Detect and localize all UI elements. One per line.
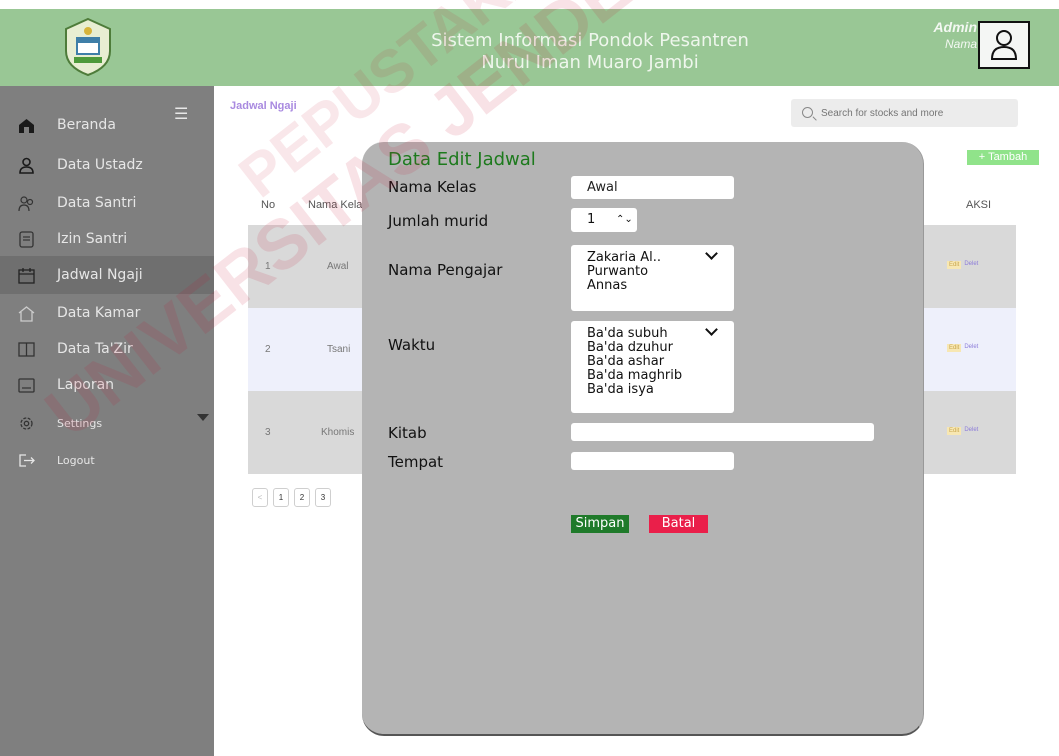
app-header: Sistem Informasi Pondok Pesantren Nurul …: [0, 9, 1059, 86]
user-icon: [19, 157, 34, 174]
sidebar-item-beranda[interactable]: Beranda: [0, 106, 214, 144]
gear-icon: [20, 416, 33, 430]
sidebar-item-label: Jadwal Ngaji: [57, 267, 143, 283]
pengajar-option[interactable]: Annas: [587, 279, 734, 293]
school-logo: [60, 17, 116, 77]
sidebar-item-label: Beranda: [57, 117, 116, 133]
waktu-option[interactable]: Ba'da ashar: [587, 355, 734, 369]
waktu-select[interactable]: Ba'da subuh Ba'da dzuhur Ba'da ashar Ba'…: [571, 321, 734, 413]
sidebar-item-logout[interactable]: Logout: [0, 441, 214, 479]
waktu-option[interactable]: Ba'da maghrib: [587, 369, 734, 383]
user-role: Admin: [933, 19, 977, 35]
delete-button[interactable]: Delet: [964, 344, 978, 352]
sidebar-item-izin-santri[interactable]: Izin Santri: [0, 220, 214, 258]
sidebar-item-label: Logout: [57, 453, 95, 467]
sidebar-item-label: Izin Santri: [57, 231, 128, 247]
sidebar-item-data-kamar[interactable]: Data Kamar: [0, 294, 214, 332]
row-actions: Edit Delet: [947, 344, 978, 352]
page-button[interactable]: 2: [294, 488, 310, 507]
user-icon: [990, 30, 1018, 60]
edit-schedule-modal: Data Edit Jadwal Nama Kelas Awal Jumlah …: [362, 142, 924, 736]
save-button[interactable]: Simpan: [571, 515, 629, 533]
sidebar-item-data-ustadz[interactable]: Data Ustadz: [0, 146, 214, 184]
sidebar-item-data-santri[interactable]: Data Santri: [0, 184, 214, 222]
jumlah-murid-stepper[interactable]: 1 ⌃⌄: [571, 208, 637, 232]
sidebar-item-label: Settings: [57, 416, 103, 430]
waktu-option[interactable]: Ba'da dzuhur: [587, 341, 734, 355]
search-icon: [802, 107, 813, 118]
users-icon: [18, 195, 34, 211]
pagination: < 1 2 3: [252, 488, 331, 507]
edit-button[interactable]: Edit: [947, 344, 962, 352]
settings-caret-icon[interactable]: [197, 414, 209, 421]
column-header-no: No: [261, 199, 276, 211]
avatar[interactable]: [978, 21, 1030, 69]
sidebar-item-laporan[interactable]: Laporan: [0, 366, 214, 404]
app-title-line1: Sistem Informasi Pondok Pesantren: [431, 30, 749, 51]
row-kelas: Khomis: [321, 427, 355, 438]
nama-kelas-field[interactable]: Awal: [571, 176, 734, 199]
app-title: Sistem Informasi Pondok Pesantren Nurul …: [380, 30, 800, 74]
sidebar-item-jadwal-ngaji[interactable]: Jadwal Ngaji: [0, 256, 214, 294]
label-nama-pengajar: Nama Pengajar: [388, 261, 503, 279]
column-header-nama-kelas: Nama Kela: [308, 199, 363, 211]
pengajar-select[interactable]: Zakaria Al.. Purwanto Annas: [571, 245, 734, 311]
row-number: 1: [265, 261, 271, 272]
row-kelas: Awal: [327, 261, 349, 272]
add-button[interactable]: + Tambah: [967, 150, 1039, 165]
sidebar-item-settings[interactable]: Settings: [0, 404, 214, 442]
sidebar-item-label: Laporan: [57, 377, 115, 393]
label-jumlah-murid: Jumlah murid: [388, 212, 489, 230]
search-input[interactable]: [821, 99, 1011, 127]
sidebar-item-label: Data Ustadz: [57, 157, 143, 173]
column-header-aksi: AKSI: [966, 199, 992, 211]
book-icon: [18, 341, 35, 357]
label-waktu: Waktu: [388, 336, 436, 354]
page-button[interactable]: 3: [315, 488, 331, 507]
row-kelas: Tsani: [327, 344, 351, 355]
sidebar-item-label: Data Santri: [57, 195, 137, 211]
row-actions: Edit Delet: [947, 427, 978, 435]
cancel-button[interactable]: Batal: [649, 515, 708, 533]
stepper-arrows-icon[interactable]: ⌃⌄: [616, 208, 633, 232]
home-icon: [19, 118, 34, 133]
edit-button[interactable]: Edit: [947, 261, 962, 269]
calendar-icon: [18, 267, 35, 284]
logout-icon: [19, 453, 35, 467]
delete-button[interactable]: Delet: [964, 427, 978, 435]
sidebar: ☰ Beranda Data Ustadz Data Santri Izin S…: [0, 86, 214, 756]
house-icon: [18, 305, 35, 322]
sidebar-item-label: Data Kamar: [57, 305, 141, 321]
jumlah-murid-value: 1: [587, 212, 596, 227]
modal-title: Data Edit Jadwal: [388, 149, 536, 170]
tempat-field[interactable]: [571, 452, 734, 470]
page-prev-button[interactable]: <: [252, 488, 268, 507]
label-kitab: Kitab: [388, 424, 427, 442]
delete-button[interactable]: Delet: [964, 261, 978, 269]
row-actions: Edit Delet: [947, 261, 978, 269]
label-nama-kelas: Nama Kelas: [388, 178, 477, 196]
pengajar-option[interactable]: Purwanto: [587, 265, 734, 279]
row-number: 3: [265, 427, 271, 438]
sidebar-item-data-tazir[interactable]: Data Ta'Zir: [0, 330, 214, 368]
waktu-option[interactable]: Ba'da isya: [587, 383, 734, 397]
user-name: Nama: [944, 37, 977, 51]
search-bar[interactable]: [791, 99, 1018, 127]
document-icon: [19, 230, 34, 248]
kitab-field[interactable]: [571, 423, 874, 441]
report-icon: [18, 377, 35, 393]
page-button[interactable]: 1: [273, 488, 289, 507]
app-title-line2: Nurul Iman Muaro Jambi: [481, 52, 699, 73]
sidebar-item-label: Data Ta'Zir: [57, 341, 133, 357]
breadcrumb: Jadwal Ngaji: [230, 100, 297, 112]
edit-button[interactable]: Edit: [947, 427, 962, 435]
row-number: 2: [265, 344, 271, 355]
label-tempat: Tempat: [388, 453, 444, 471]
